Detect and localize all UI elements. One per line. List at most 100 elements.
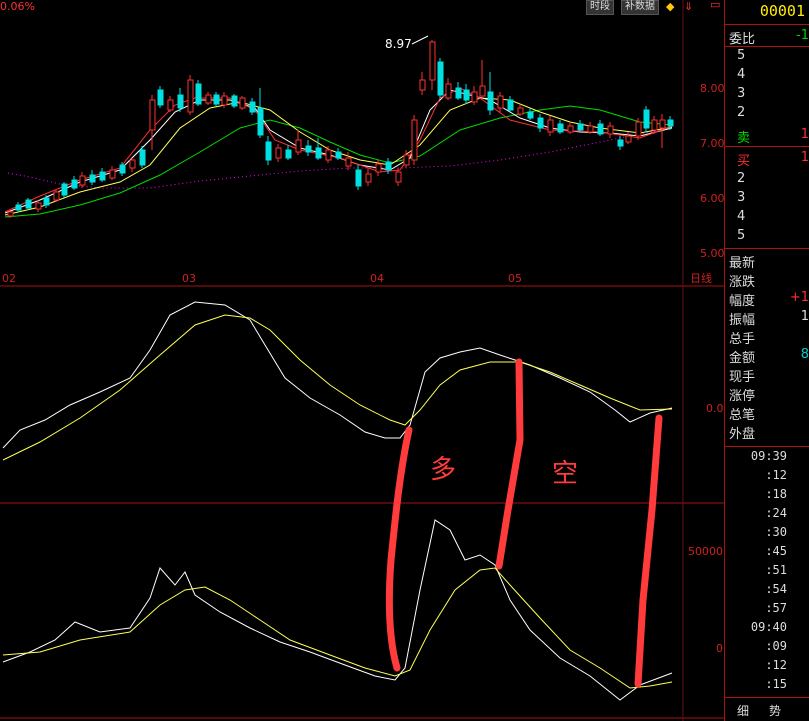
weibi-value: -1 — [796, 28, 809, 43]
candle-body — [355, 169, 362, 187]
candle-body — [527, 111, 534, 119]
sell-level-4: 4 — [737, 67, 746, 82]
annotation-stroke — [634, 414, 663, 688]
candle-body — [7, 211, 14, 217]
buy-level-5: 5 — [737, 228, 746, 243]
candle-body — [445, 83, 452, 99]
stat-value: 1 — [800, 309, 809, 324]
candle-body — [537, 117, 544, 129]
tick-time: :09 — [765, 639, 787, 653]
candle-body — [659, 119, 666, 129]
candle-body — [345, 157, 352, 167]
candle-body — [625, 135, 632, 143]
candle-body — [385, 161, 392, 171]
stat-label: 总笔 — [729, 408, 756, 423]
candle-body — [375, 163, 382, 173]
indicator1-zero-label: 0.0 — [706, 402, 724, 415]
tick-time: :45 — [765, 544, 787, 558]
tab-detail[interactable]: 细 — [737, 702, 749, 719]
indicator1-line-fast — [2, 301, 673, 449]
indicator2-label: 0 — [716, 642, 723, 655]
candle-body — [643, 109, 650, 129]
buy-level-4: 4 — [737, 209, 746, 224]
candle-body — [607, 125, 614, 135]
annotation-stroke — [385, 426, 413, 672]
candle-body — [177, 94, 184, 109]
stat-label: 幅度 — [729, 294, 756, 309]
chart-area[interactable]: 8.00 7.00 6.00 5.00 02 03 04 05 日线 8.97 … — [0, 0, 724, 721]
period-label: 日线 — [690, 271, 712, 285]
candle-body — [517, 107, 524, 115]
tick-time: :12 — [765, 658, 787, 672]
candle-body — [487, 91, 494, 111]
candle-body — [25, 199, 32, 209]
kline-chart[interactable]: 8.00 7.00 6.00 5.00 02 03 04 05 日线 8.97 … — [0, 0, 724, 721]
stat-label: 金额 — [729, 351, 756, 366]
candle-body — [265, 141, 272, 161]
indicator2-line-fast — [2, 519, 673, 701]
sell-label: 卖 — [737, 131, 751, 146]
candle-body — [437, 61, 444, 96]
tick-time: 09:39 — [750, 449, 787, 463]
annotation-stroke — [495, 358, 524, 570]
stat-label: 涨停 — [729, 389, 756, 404]
stock-code: 00001 — [759, 2, 805, 20]
tick-time: :30 — [765, 525, 787, 539]
tick-time: :24 — [765, 506, 787, 520]
quote-panel: 00001 委比 -1 5 4 3 2 卖 1 买 1 2 3 4 5 最新 涨跌… — [724, 0, 809, 721]
scroll-up-icon[interactable]: ▭ — [710, 0, 720, 11]
sell-level-3: 3 — [737, 86, 746, 101]
tick-time: :15 — [765, 677, 787, 691]
candle-body — [157, 89, 164, 106]
candle-body — [429, 41, 436, 81]
candle-body — [249, 101, 256, 113]
candle-body — [15, 204, 22, 211]
candle-body — [71, 179, 78, 189]
stat-label: 振幅 — [729, 313, 756, 328]
candle-body — [187, 79, 194, 113]
candle-body — [139, 149, 146, 166]
candle-body — [597, 123, 604, 135]
time-period-button[interactable]: 时段 — [586, 0, 614, 15]
candle-body — [167, 99, 174, 111]
tab-trend[interactable]: 势 — [769, 702, 781, 719]
max-price-annotation: 8.97 — [385, 37, 412, 51]
candle-body — [79, 175, 86, 186]
candle-body — [35, 202, 42, 210]
arrow-down-icon[interactable]: ⇓ — [684, 0, 693, 13]
warning-icon[interactable]: ◆ — [666, 0, 674, 13]
candlesticks — [7, 40, 674, 218]
annotation-long-label: 多 — [430, 455, 456, 485]
candle-body — [479, 85, 486, 97]
candle-body — [587, 125, 594, 133]
candle-body — [61, 183, 68, 196]
price-label: 7.00 — [700, 137, 724, 150]
weibi-label: 委比 — [729, 32, 756, 47]
drawn-annotations — [385, 358, 663, 688]
buy-level-2: 2 — [737, 171, 746, 186]
tick-time: 09:40 — [750, 620, 787, 634]
stat-label: 外盘 — [729, 427, 756, 442]
candle-body — [149, 99, 156, 131]
candle-body — [213, 94, 220, 105]
candle-body — [325, 149, 332, 161]
candle-body — [129, 159, 136, 169]
candle-body — [285, 149, 292, 159]
date-label: 05 — [508, 272, 522, 285]
candle-body — [89, 174, 96, 183]
buy-value: 1 — [800, 150, 809, 165]
indicator2-label: 50000 — [688, 545, 723, 558]
sell-value: 1 — [800, 127, 809, 142]
candle-body — [195, 83, 202, 105]
indicator1-line-slow — [2, 314, 673, 461]
candle-body — [295, 139, 302, 153]
candle-body — [635, 121, 642, 137]
fill-data-button[interactable]: 补数据 — [621, 0, 659, 15]
candle-body — [119, 164, 126, 174]
candle-body — [99, 171, 106, 181]
tick-time: :18 — [765, 487, 787, 501]
price-label: 6.00 — [700, 192, 724, 205]
candle-body — [403, 154, 410, 166]
candle-body — [305, 145, 312, 153]
buy-level-3: 3 — [737, 190, 746, 205]
